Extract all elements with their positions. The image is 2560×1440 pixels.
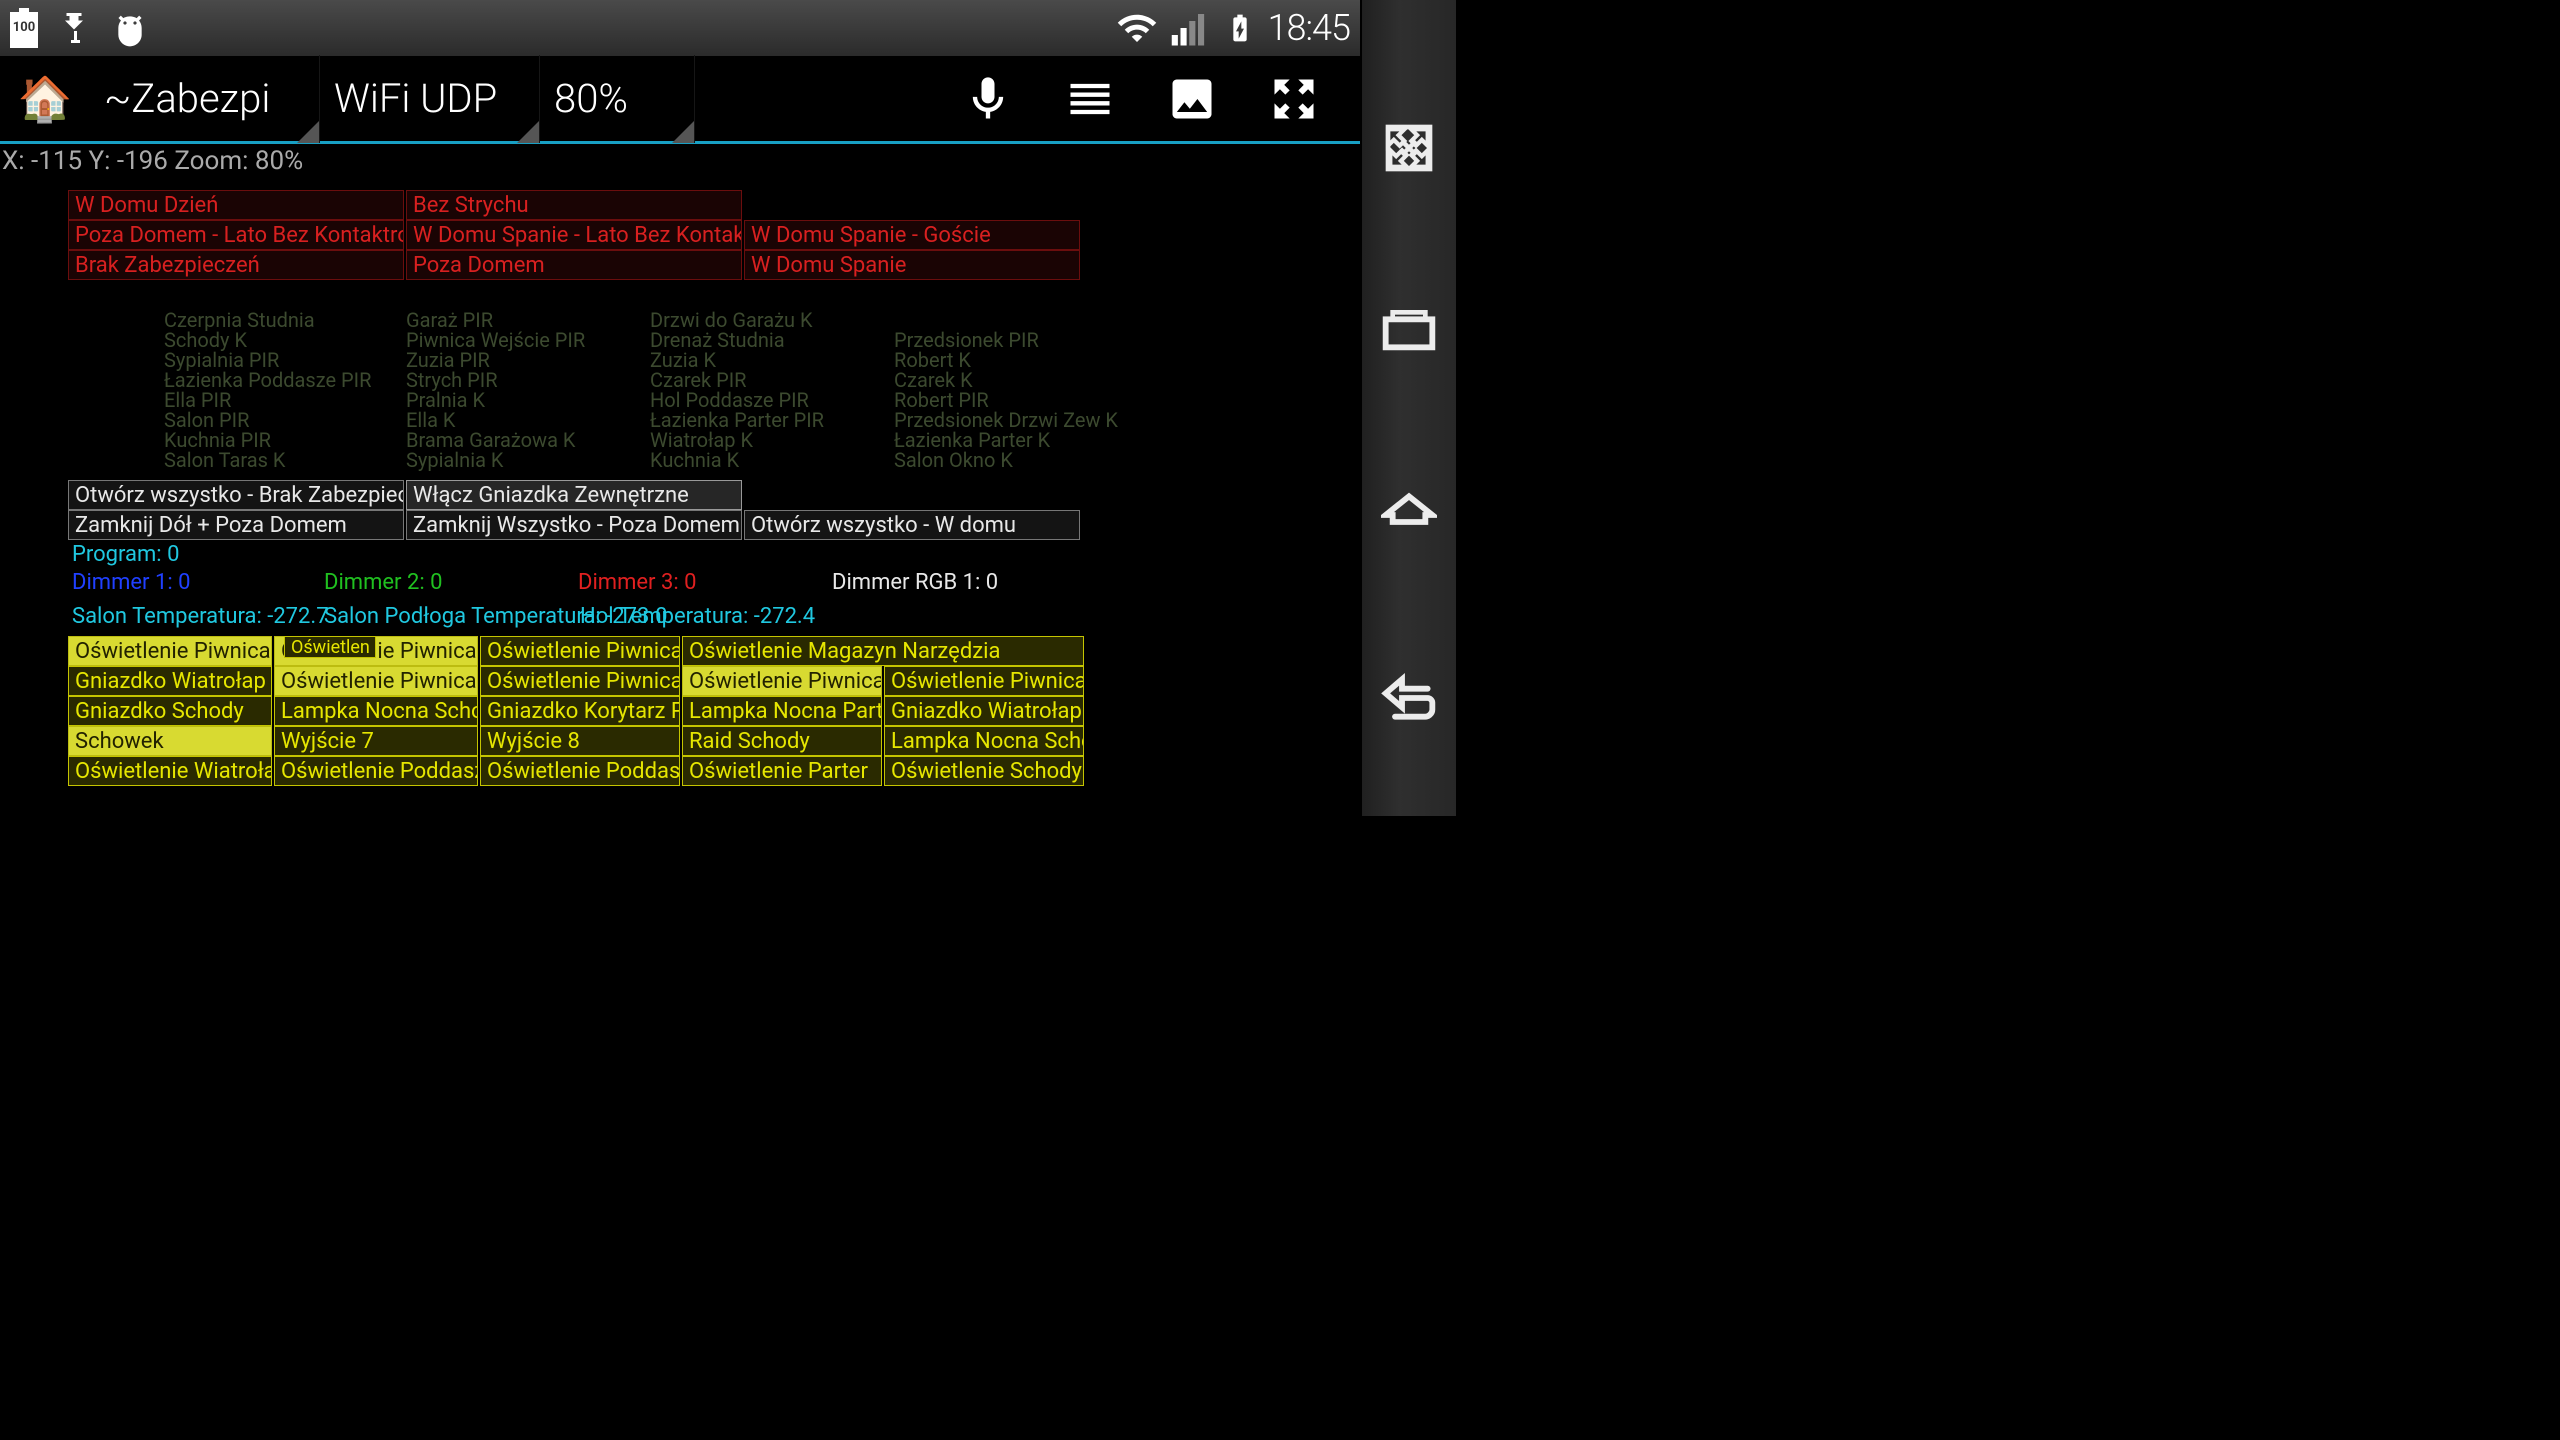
- usb-icon: [56, 10, 92, 46]
- sensor-label: Sypialnia K: [406, 448, 503, 472]
- output-toggle[interactable]: Raid Schody: [682, 726, 882, 756]
- temp3-label: Hol Temperatura: -272.4: [580, 604, 815, 629]
- nav-recents-icon[interactable]: [1381, 303, 1437, 359]
- battery-100-icon: 100: [10, 8, 38, 48]
- output-toggle[interactable]: Lampka Nocna Parter: [682, 696, 882, 726]
- output-toggle[interactable]: Oświetlenie Wiatrołap: [68, 756, 272, 786]
- spinner-profile-label: ~Zabezpi: [104, 75, 270, 122]
- sensor-label: Salon Okno K: [894, 448, 1013, 472]
- content-canvas[interactable]: W Domu DzieńBez StrychuPoza Domem - Lato…: [0, 176, 1360, 816]
- battery-level: 100: [10, 20, 38, 35]
- action-button[interactable]: Włącz Gniazdka Zewnętrzne: [406, 480, 742, 510]
- dimmer-rgb-label: Dimmer RGB 1: 0: [832, 570, 998, 595]
- output-toggle[interactable]: Oświetlenie Piwnica Win: [884, 666, 1084, 696]
- output-toggle[interactable]: Oświetlenie Poddasze Wsch: [274, 756, 478, 786]
- list-icon[interactable]: [1064, 73, 1116, 125]
- security-mode-button[interactable]: W Domu Spanie - Lato Bez Kontaktronów na…: [406, 220, 742, 250]
- app-bar: 🏠 ~Zabezpi WiFi UDP 80%: [0, 56, 1360, 144]
- output-toggle[interactable]: Oświetlenie Parter: [682, 756, 882, 786]
- dimmer1-label: Dimmer 1: 0: [72, 570, 190, 595]
- adb-icon: [110, 8, 150, 48]
- output-toggle[interactable]: Schowek: [68, 726, 272, 756]
- security-mode-button[interactable]: Poza Domem - Lato Bez Kontaktronów: [68, 220, 404, 250]
- security-mode-button[interactable]: W Domu Spanie - Goście: [744, 220, 1080, 250]
- output-toggle[interactable]: Oświetlenie Piwnica Wejście: [480, 636, 680, 666]
- output-toggle[interactable]: Oświetlenie Piwnica Narzęd: [682, 666, 882, 696]
- output-toggle[interactable]: Oświetlenie Piwnica Magazy: [68, 636, 272, 666]
- nav-back-icon[interactable]: [1381, 670, 1437, 726]
- fullscreen-icon[interactable]: [1268, 73, 1320, 125]
- output-toggle[interactable]: Oświetlen: [284, 636, 376, 658]
- output-toggle[interactable]: Oświetlenie Piwnica Hol: [274, 666, 478, 696]
- output-toggle[interactable]: Gniazdko Wiatrołap PN 1: [884, 696, 1084, 726]
- security-mode-button[interactable]: W Domu Dzień: [68, 190, 404, 220]
- wifi-icon: [1116, 7, 1158, 49]
- spinner-connection-label: WiFi UDP: [334, 75, 497, 122]
- nav-home-icon[interactable]: [1381, 487, 1437, 543]
- dimmer2-label: Dimmer 2: 0: [324, 570, 442, 595]
- security-mode-button[interactable]: Bez Strychu: [406, 190, 742, 220]
- output-toggle[interactable]: Gniazdko Schody: [68, 696, 272, 726]
- status-bar: 100 18:45: [0, 0, 1360, 56]
- spinner-profile[interactable]: ~Zabezpi: [90, 55, 320, 143]
- security-mode-button[interactable]: Brak Zabezpieczeń: [68, 250, 404, 280]
- output-toggle[interactable]: Wyjście 7: [274, 726, 478, 756]
- sensor-label: Kuchnia K: [650, 448, 739, 472]
- security-mode-button[interactable]: W Domu Spanie: [744, 250, 1080, 280]
- action-button[interactable]: Otwórz wszystko - Brak Zabezpieczeń: [68, 480, 404, 510]
- security-mode-button[interactable]: Poza Domem: [406, 250, 742, 280]
- battery-charging-icon: [1224, 7, 1256, 49]
- output-toggle[interactable]: Lampka Nocna Schody P: [274, 696, 478, 726]
- nav-collapse-icon[interactable]: [1381, 120, 1437, 176]
- spinner-zoom[interactable]: 80%: [540, 55, 695, 143]
- nav-bar: [1360, 0, 1456, 816]
- app-logo-icon[interactable]: 🏠: [0, 55, 90, 143]
- program-label: Program: 0: [72, 542, 179, 567]
- sensor-label: Salon Taras K: [164, 448, 285, 472]
- signal-icon: [1170, 7, 1212, 49]
- spinner-connection[interactable]: WiFi UDP: [320, 55, 540, 143]
- coord-readout: X: -115 Y: -196 Zoom: 80%: [0, 144, 1360, 176]
- dimmer3-label: Dimmer 3: 0: [578, 570, 696, 595]
- temp1-label: Salon Temperatura: -272.7: [72, 604, 329, 629]
- mic-icon[interactable]: [962, 73, 1014, 125]
- output-toggle[interactable]: Oświetlenie Schody: [884, 756, 1084, 786]
- action-button[interactable]: Otwórz wszystko - W domu: [744, 510, 1080, 540]
- output-toggle[interactable]: Oświetlenie Poddasze Zach: [480, 756, 680, 786]
- image-icon[interactable]: [1166, 73, 1218, 125]
- spinner-zoom-label: 80%: [554, 75, 628, 122]
- action-button[interactable]: Zamknij Dół + Poza Domem: [68, 510, 404, 540]
- output-toggle[interactable]: Oświetlenie Magazyn Narzędzia: [682, 636, 1084, 666]
- action-button[interactable]: Zamknij Wszystko - Poza Domem Lato Bez K…: [406, 510, 742, 540]
- output-toggle[interactable]: Gniazdko Korytarz Parter: [480, 696, 680, 726]
- status-clock: 18:45: [1268, 7, 1350, 49]
- output-toggle[interactable]: Gniazdko Wiatrołap PN 2: [68, 666, 272, 696]
- output-toggle[interactable]: Wyjście 8: [480, 726, 680, 756]
- output-toggle[interactable]: Oświetlenie Piwnica Kotłow: [480, 666, 680, 696]
- output-toggle[interactable]: Lampka Nocna Schody L: [884, 726, 1084, 756]
